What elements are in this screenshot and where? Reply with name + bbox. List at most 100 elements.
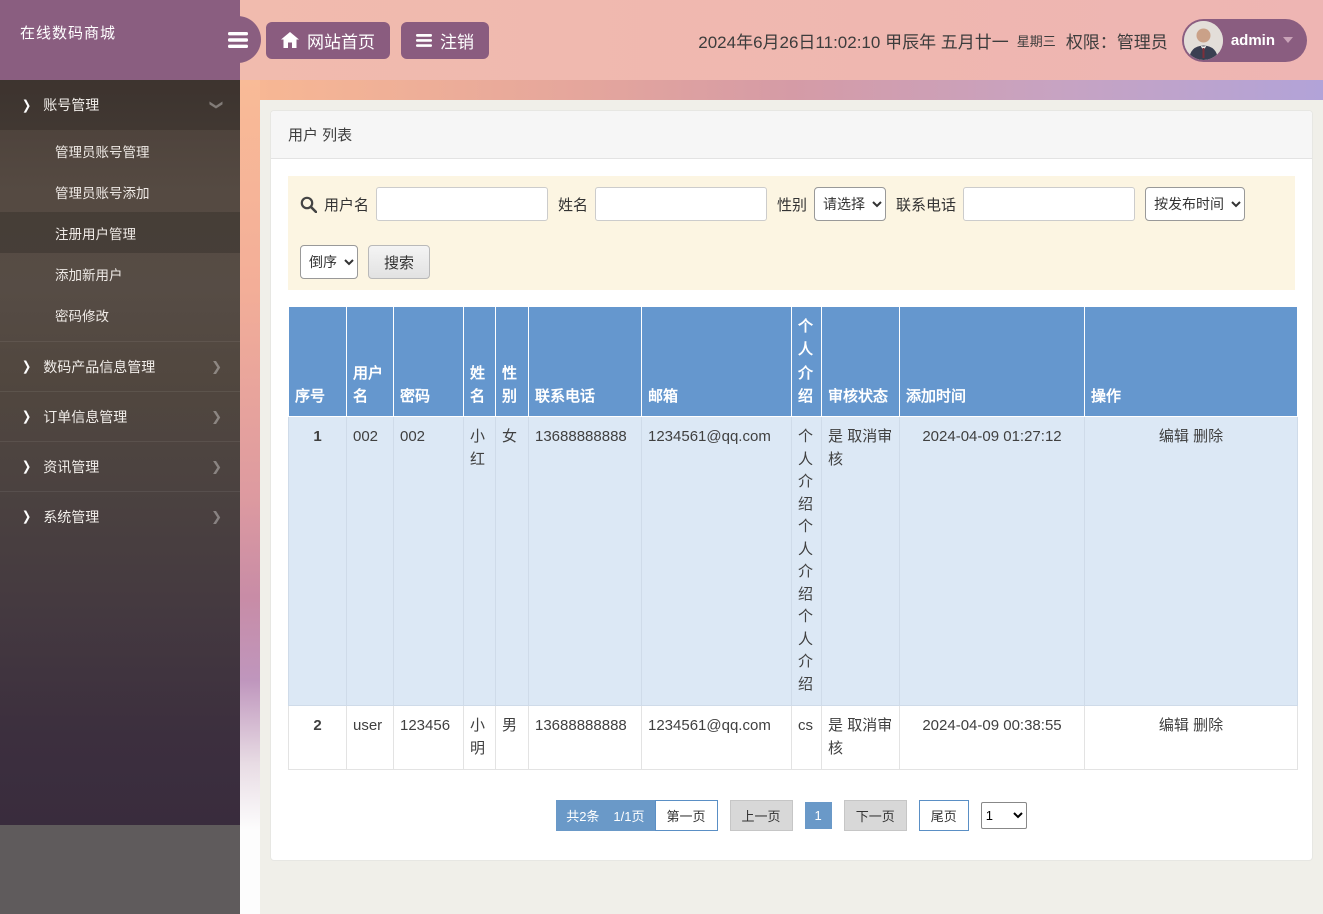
- chevron-right-icon: ❯: [211, 509, 222, 525]
- cell-password: 002: [394, 417, 464, 706]
- cell-audit: 是 取消审核: [822, 417, 900, 706]
- search-bar: 用户名 姓名 性别 请选择 联系电话 按发布时间 倒序: [288, 176, 1295, 290]
- list-icon: [416, 34, 432, 47]
- cell-index: 2: [289, 706, 347, 770]
- phone-filter-input[interactable]: [963, 187, 1135, 221]
- page-number-select[interactable]: 1: [981, 802, 1027, 829]
- menu-label: 资讯管理: [43, 457, 99, 477]
- name-filter-input[interactable]: [595, 187, 767, 221]
- sidebar-toggle-button[interactable]: [214, 16, 261, 63]
- background-gradient-strip: [240, 80, 260, 914]
- name-filter-label: 姓名: [558, 194, 588, 215]
- sort-field-select[interactable]: 按发布时间: [1145, 187, 1245, 221]
- table-row: 1 002 002 小红 女 13688888888 1234561@qq.co…: [289, 417, 1298, 706]
- background-gradient-band: [260, 80, 1323, 100]
- gender-filter-label: 性别: [777, 194, 807, 215]
- cell-added-time: 2024-04-09 00:38:55: [900, 706, 1085, 770]
- sidebar-item-order-info-management[interactable]: ❯ 订单信息管理 ❯: [0, 391, 240, 441]
- col-header-phone: 联系电话: [529, 307, 642, 417]
- pagination-summary: 共2条 1/1页: [556, 800, 654, 831]
- weekday-text: 星期三: [1017, 31, 1056, 50]
- total-count: 共2条: [566, 806, 599, 825]
- submenu-label: 管理员账号添加: [55, 182, 150, 202]
- user-table: 序号 用户名 密码 姓名 性别 联系电话 邮箱 个人介绍 审核状态 添加时间 操…: [288, 306, 1298, 770]
- gender-select[interactable]: 请选择: [814, 187, 886, 221]
- cell-name: 小红: [464, 417, 496, 706]
- home-icon: [281, 32, 299, 48]
- sidebar-item-password-change[interactable]: 密码修改: [0, 294, 240, 335]
- submenu-label: 密码修改: [55, 305, 109, 325]
- chevron-down-icon: ❯: [211, 97, 222, 113]
- cell-phone: 13688888888: [529, 706, 642, 770]
- cell-phone: 13688888888: [529, 417, 642, 706]
- cell-intro: cs: [792, 706, 822, 770]
- table-row: 2 user 123456 小明 男 13688888888 1234561@q…: [289, 706, 1298, 770]
- cell-gender: 女: [496, 417, 529, 706]
- edit-link[interactable]: 编辑: [1159, 428, 1189, 445]
- first-page-button[interactable]: 第一页: [655, 800, 718, 831]
- col-header-intro: 个人介绍: [792, 307, 822, 417]
- panel-title: 用户 列表: [271, 111, 1312, 159]
- col-header-email: 邮箱: [642, 307, 792, 417]
- username-filter-input[interactable]: [376, 187, 548, 221]
- arrow-right-icon: ❯: [22, 97, 31, 113]
- col-header-name: 姓名: [464, 307, 496, 417]
- audit-status: 是: [828, 428, 843, 445]
- user-list-panel: 用户 列表 用户名 姓名 性别 请选择 联系电话: [270, 110, 1313, 861]
- chevron-right-icon: ❯: [211, 459, 222, 475]
- next-page-button[interactable]: 下一页: [844, 800, 907, 831]
- app-title: 在线数码商城: [20, 22, 116, 43]
- sidebar-item-system-management[interactable]: ❯ 系统管理 ❯: [0, 491, 240, 541]
- sidebar-item-product-info-management[interactable]: ❯ 数码产品信息管理 ❯: [0, 341, 240, 391]
- sidebar-menu: ❯ 账号管理 ❯ 管理员账号管理 管理员账号添加 注册用户管理 添加新用户 密: [0, 80, 240, 825]
- arrow-right-icon: ❯: [22, 509, 31, 525]
- menu-label: 数码产品信息管理: [43, 357, 155, 377]
- user-menu[interactable]: admin: [1182, 19, 1307, 62]
- arrow-right-icon: ❯: [22, 409, 31, 425]
- pagination: 共2条 1/1页 第一页 上一页 1 下一页 尾页 1: [288, 800, 1295, 831]
- sidebar-item-admin-account-manage[interactable]: 管理员账号管理: [0, 130, 240, 171]
- search-button[interactable]: 搜索: [368, 245, 430, 279]
- main-content: 用户 列表 用户名 姓名 性别 请选择 联系电话: [260, 100, 1323, 914]
- account-submenu: 管理员账号管理 管理员账号添加 注册用户管理 添加新用户 密码修改: [0, 130, 240, 335]
- page-indicator: 1/1页: [613, 806, 644, 825]
- sidebar-header: 在线数码商城: [0, 0, 240, 80]
- logout-button-label: 注销: [440, 28, 474, 53]
- cell-name: 小明: [464, 706, 496, 770]
- phone-filter-label: 联系电话: [896, 194, 956, 215]
- col-header-audit-status: 审核状态: [822, 307, 900, 417]
- panel-body: 用户名 姓名 性别 请选择 联系电话 按发布时间 倒序: [271, 159, 1312, 860]
- cell-gender: 男: [496, 706, 529, 770]
- username-label: admin: [1231, 32, 1275, 49]
- avatar: [1184, 21, 1223, 60]
- role-text: 权限：管理员: [1066, 28, 1168, 53]
- col-header-username: 用户名: [347, 307, 394, 417]
- caret-down-icon: [1283, 37, 1293, 43]
- cell-intro: 个人介绍个人介绍个人介绍: [792, 417, 822, 706]
- sidebar-item-news-management[interactable]: ❯ 资讯管理 ❯: [0, 441, 240, 491]
- sidebar-item-registered-user-manage[interactable]: 注册用户管理: [0, 212, 240, 253]
- col-header-gender: 性别: [496, 307, 529, 417]
- home-button[interactable]: 网站首页: [266, 22, 390, 59]
- delete-link[interactable]: 删除: [1193, 428, 1223, 445]
- header-right: 2024年6月26日11:02:10 甲辰年 五月廿一 星期三 权限：管理员 a…: [698, 19, 1323, 62]
- sidebar-item-add-new-user[interactable]: 添加新用户: [0, 253, 240, 294]
- last-page-button[interactable]: 尾页: [919, 800, 969, 831]
- table-header-row: 序号 用户名 密码 姓名 性别 联系电话 邮箱 个人介绍 审核状态 添加时间 操…: [289, 307, 1298, 417]
- current-page-button[interactable]: 1: [805, 802, 832, 829]
- menu-label: 订单信息管理: [43, 407, 127, 427]
- page: 在线数码商城 ❯ 账号管理 ❯ 管理员账号管理 管理员账号添加 注册用户: [0, 0, 1323, 914]
- submenu-label: 添加新用户: [55, 264, 123, 284]
- col-header-index: 序号: [289, 307, 347, 417]
- sort-order-select[interactable]: 倒序: [300, 245, 358, 279]
- prev-page-button[interactable]: 上一页: [730, 800, 793, 831]
- arrow-right-icon: ❯: [22, 459, 31, 475]
- submenu-label: 管理员账号管理: [55, 141, 150, 161]
- delete-link[interactable]: 删除: [1193, 717, 1223, 734]
- edit-link[interactable]: 编辑: [1159, 717, 1189, 734]
- sidebar-item-admin-account-add[interactable]: 管理员账号添加: [0, 171, 240, 212]
- logout-button[interactable]: 注销: [401, 22, 489, 59]
- cell-email: 1234561@qq.com: [642, 417, 792, 706]
- username-filter-label: 用户名: [324, 194, 369, 215]
- sidebar-item-account-management[interactable]: ❯ 账号管理 ❯: [0, 80, 240, 130]
